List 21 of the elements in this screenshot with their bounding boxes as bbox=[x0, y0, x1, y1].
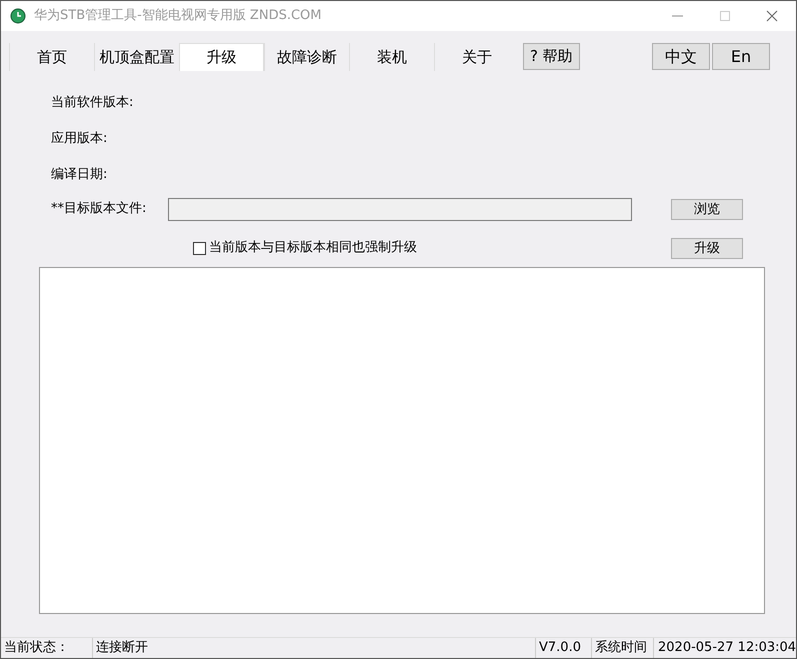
system-time: 2020-05-27 12:03:04 bbox=[657, 639, 796, 658]
time-label: 系统时间 bbox=[592, 638, 654, 658]
info-label: 应用版本: bbox=[51, 130, 108, 146]
connection-status: 连接断开 bbox=[93, 638, 536, 658]
target-file-label: **目标版本文件: bbox=[51, 200, 148, 218]
info-label: 编译日期: bbox=[51, 166, 108, 182]
window-title: 华为STB管理工具-智能电视网专用版 ZNDS.COM bbox=[34, 7, 322, 26]
checkbox[interactable] bbox=[193, 242, 206, 254]
help-button[interactable]: ? 帮助 bbox=[523, 43, 580, 70]
force-upgrade-label: 当前版本与目标版本相同也强制升级 bbox=[209, 239, 417, 258]
status-label: 当前状态： bbox=[1, 638, 93, 658]
target-file-field[interactable] bbox=[168, 198, 632, 220]
version-text: V7.0.0 bbox=[536, 638, 592, 658]
info-label: 当前软件版本: bbox=[51, 94, 134, 110]
close-icon[interactable] bbox=[766, 10, 778, 22]
app-icon bbox=[10, 8, 26, 24]
language-button[interactable]: 中文 bbox=[652, 43, 710, 70]
browse-button[interactable]: 浏览 bbox=[671, 198, 743, 220]
tab[interactable]: 升级 bbox=[179, 43, 264, 71]
upgrade-button[interactable]: 升级 bbox=[671, 238, 743, 258]
language-button[interactable]: En bbox=[712, 43, 770, 70]
